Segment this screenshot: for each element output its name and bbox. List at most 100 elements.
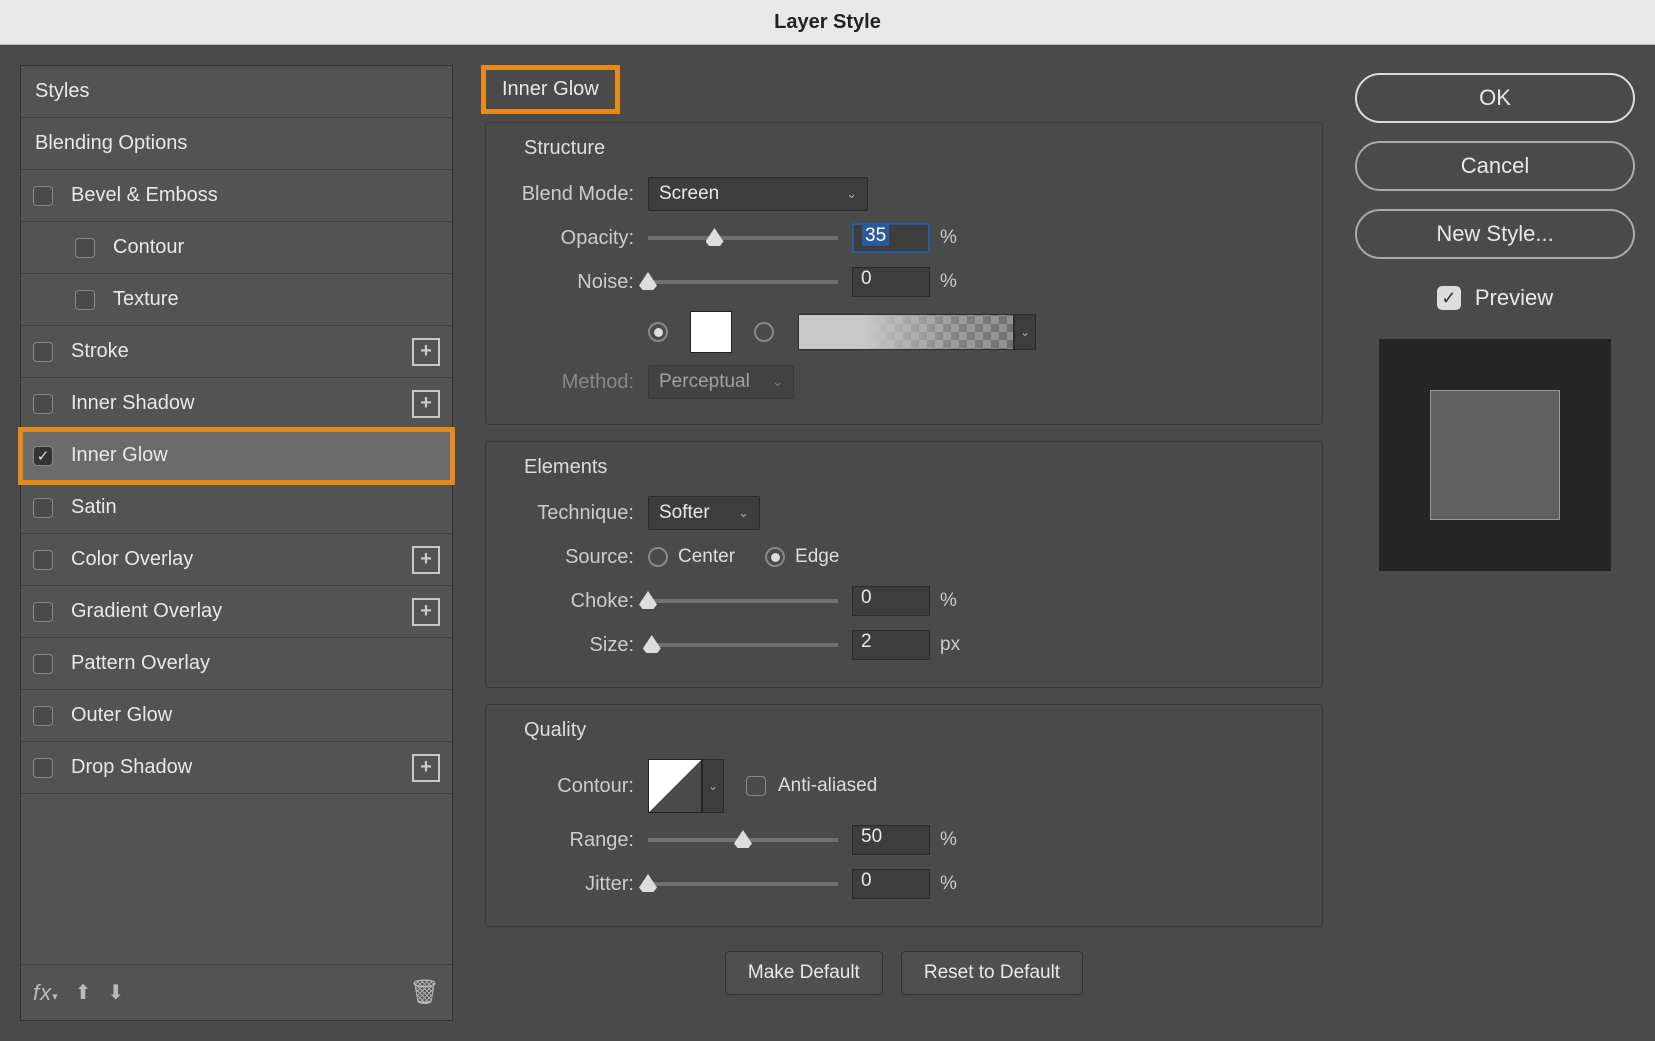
anti-aliased-label: Anti-aliased: [778, 775, 877, 797]
checkbox-contour[interactable]: [75, 238, 95, 258]
slider-thumb[interactable]: [734, 830, 752, 848]
sidebar-footer: fx▾ ⬆ ⬇ 🗑: [21, 964, 452, 1020]
technique-value: Softer: [659, 502, 710, 524]
sidebar-item-satin[interactable]: Satin: [21, 482, 452, 534]
sidebar-item-label: Texture: [113, 288, 440, 311]
sidebar-item-label: Satin: [71, 496, 440, 519]
sidebar-item-inner-glow[interactable]: Inner Glow: [21, 430, 452, 482]
choke-unit: %: [940, 590, 957, 612]
sidebar-item-inner-shadow[interactable]: Inner Shadow +: [21, 378, 452, 430]
checkbox-satin[interactable]: [33, 498, 53, 518]
sidebar-item-stroke[interactable]: Stroke +: [21, 326, 452, 378]
sidebar-item-label: Color Overlay: [71, 548, 412, 571]
sidebar-item-color-overlay[interactable]: Color Overlay +: [21, 534, 452, 586]
noise-input[interactable]: 0: [852, 267, 930, 297]
choke-input[interactable]: 0: [852, 586, 930, 616]
move-down-icon[interactable]: ⬇: [107, 980, 124, 1005]
checkbox-pattern-overlay[interactable]: [33, 654, 53, 674]
slider-thumb[interactable]: [706, 228, 724, 246]
contour-dropdown-icon[interactable]: ⌄: [702, 759, 724, 813]
sidebar-item-gradient-overlay[interactable]: Gradient Overlay +: [21, 586, 452, 638]
new-style-button[interactable]: New Style...: [1355, 209, 1635, 259]
chevron-down-icon: ⌄: [738, 505, 749, 521]
checkbox-inner-glow[interactable]: [33, 446, 53, 466]
range-slider[interactable]: [648, 838, 838, 842]
color-source-radio[interactable]: [648, 322, 668, 342]
elements-group: Elements Technique: Softer ⌄ Source: Cen…: [485, 441, 1323, 688]
slider-thumb[interactable]: [639, 272, 657, 290]
sidebar-item-label: Stroke: [71, 340, 412, 363]
chevron-down-icon: ⌄: [772, 374, 783, 390]
sidebar-styles-header[interactable]: Styles: [21, 66, 452, 118]
checkbox-drop-shadow[interactable]: [33, 758, 53, 778]
glow-color-swatch[interactable]: [690, 311, 732, 353]
size-slider[interactable]: [648, 643, 838, 647]
range-unit: %: [940, 829, 957, 851]
sidebar-item-label: Drop Shadow: [71, 756, 412, 779]
sidebar-item-pattern-overlay[interactable]: Pattern Overlay: [21, 638, 452, 690]
checkbox-texture[interactable]: [75, 290, 95, 310]
glow-gradient-picker[interactable]: [798, 314, 1014, 350]
trash-icon[interactable]: 🗑: [410, 978, 440, 1007]
layer-style-dialog: Layer Style Styles Blending Options Beve…: [0, 0, 1655, 1041]
contour-picker[interactable]: [648, 759, 702, 813]
opacity-slider[interactable]: [648, 236, 838, 240]
sidebar-item-contour[interactable]: Contour: [21, 222, 452, 274]
sidebar-item-outer-glow[interactable]: Outer Glow: [21, 690, 452, 742]
choke-slider[interactable]: [648, 599, 838, 603]
anti-aliased-checkbox[interactable]: [746, 776, 766, 796]
range-label: Range:: [504, 829, 634, 852]
preview-inner: [1430, 390, 1560, 520]
styles-sidebar: Styles Blending Options Bevel & Emboss C…: [20, 65, 453, 1021]
add-stroke-icon[interactable]: +: [412, 338, 440, 366]
jitter-input[interactable]: 0: [852, 869, 930, 899]
default-buttons-row: Make Default Reset to Default: [485, 951, 1323, 995]
sidebar-styles-label: Styles: [35, 80, 440, 103]
move-up-icon[interactable]: ⬆: [75, 980, 92, 1005]
sidebar-blending-options[interactable]: Blending Options: [21, 118, 452, 170]
sidebar-item-bevel-emboss[interactable]: Bevel & Emboss: [21, 170, 452, 222]
checkbox-outer-glow[interactable]: [33, 706, 53, 726]
jitter-unit: %: [940, 873, 957, 895]
method-dropdown: Perceptual ⌄: [648, 365, 794, 399]
structure-title: Structure: [524, 137, 1304, 160]
opacity-input[interactable]: 35: [852, 223, 930, 253]
add-gradient-overlay-icon[interactable]: +: [412, 598, 440, 626]
sidebar-item-drop-shadow[interactable]: Drop Shadow +: [21, 742, 452, 794]
checkbox-gradient-overlay[interactable]: [33, 602, 53, 622]
technique-dropdown[interactable]: Softer ⌄: [648, 496, 760, 530]
range-input[interactable]: 50: [852, 825, 930, 855]
checkbox-color-overlay[interactable]: [33, 550, 53, 570]
preview-checkbox[interactable]: [1437, 286, 1461, 310]
size-unit: px: [940, 634, 960, 656]
opacity-unit: %: [940, 227, 957, 249]
sidebar-item-texture[interactable]: Texture: [21, 274, 452, 326]
make-default-button[interactable]: Make Default: [725, 951, 883, 995]
size-input[interactable]: 2: [852, 630, 930, 660]
slider-thumb[interactable]: [639, 591, 657, 609]
source-edge-radio[interactable]: [765, 547, 785, 567]
titlebar: Layer Style: [0, 0, 1655, 45]
add-drop-shadow-icon[interactable]: +: [412, 754, 440, 782]
gradient-source-radio[interactable]: [754, 322, 774, 342]
slider-thumb[interactable]: [643, 635, 661, 653]
preview-label: Preview: [1475, 285, 1553, 311]
jitter-slider[interactable]: [648, 882, 838, 886]
ok-button[interactable]: OK: [1355, 73, 1635, 123]
add-color-overlay-icon[interactable]: +: [412, 546, 440, 574]
fx-menu-icon[interactable]: fx▾: [33, 980, 59, 1006]
sidebar-item-label: Inner Glow: [71, 444, 440, 467]
gradient-dropdown-icon[interactable]: ⌄: [1014, 314, 1036, 350]
window-title: Layer Style: [774, 11, 881, 34]
add-inner-shadow-icon[interactable]: +: [412, 390, 440, 418]
source-center-radio[interactable]: [648, 547, 668, 567]
checkbox-inner-shadow[interactable]: [33, 394, 53, 414]
blend-mode-dropdown[interactable]: Screen ⌄: [648, 177, 868, 211]
reset-default-button[interactable]: Reset to Default: [901, 951, 1083, 995]
noise-slider[interactable]: [648, 280, 838, 284]
checkbox-bevel[interactable]: [33, 186, 53, 206]
actions-column: OK Cancel New Style... Preview: [1355, 65, 1635, 1021]
slider-thumb[interactable]: [639, 874, 657, 892]
cancel-button[interactable]: Cancel: [1355, 141, 1635, 191]
checkbox-stroke[interactable]: [33, 342, 53, 362]
